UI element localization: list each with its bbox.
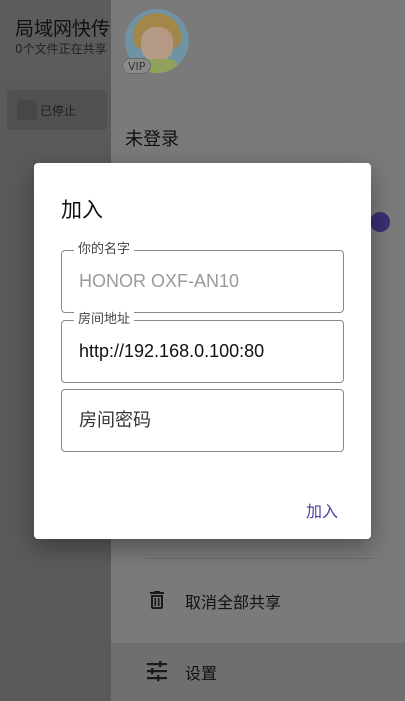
address-input[interactable]: [79, 341, 329, 362]
name-field: 你的名字: [61, 242, 344, 313]
trash-icon: [150, 591, 164, 609]
settings-label: 设置: [185, 664, 218, 683]
join-button[interactable]: 加入: [306, 498, 338, 522]
name-input: [79, 271, 329, 292]
stop-icon: [17, 100, 37, 120]
password-input[interactable]: [79, 410, 329, 431]
sliders-icon: [147, 661, 167, 682]
stopped-label: 已停止: [40, 104, 77, 118]
join-dialog: 加入 你的名字 房间地址 加入: [34, 163, 371, 539]
share-status: 0个文件正在共享: [15, 42, 107, 56]
accent-dot: [370, 212, 390, 232]
vip-badge: VIP: [122, 58, 152, 74]
address-field-label: 房间地址: [74, 312, 135, 328]
name-field-label: 你的名字: [74, 242, 135, 258]
dialog-title: 加入: [61, 198, 103, 222]
login-status[interactable]: 未登录: [125, 125, 179, 151]
settings-item[interactable]: 设置: [111, 643, 405, 699]
app-header: 局域网快传 0个文件正在共享: [0, 0, 111, 78]
address-field[interactable]: 房间地址: [61, 312, 344, 383]
unshare-all-item[interactable]: 取消全部共享: [111, 572, 405, 628]
divider: [145, 558, 375, 559]
password-field[interactable]: [61, 389, 344, 452]
stopped-chip[interactable]: 已停止: [7, 90, 107, 130]
bottom-bar: 设置: [111, 643, 405, 701]
app-title: 局域网快传: [15, 18, 111, 40]
unshare-all-label: 取消全部共享: [185, 593, 282, 612]
screen: 局域网快传 0个文件正在共享 已停止 VIP 未登录 取消全部共享 设置 加入 …: [0, 0, 405, 701]
